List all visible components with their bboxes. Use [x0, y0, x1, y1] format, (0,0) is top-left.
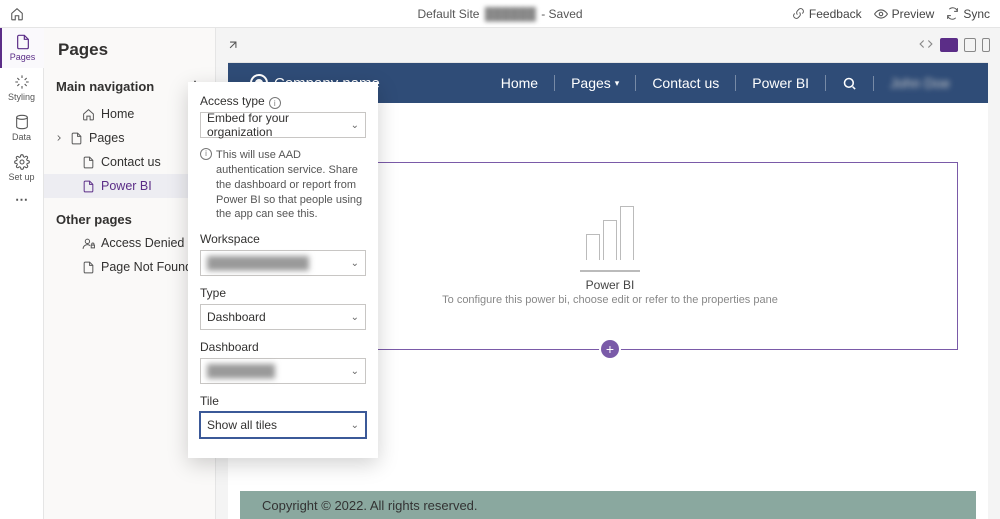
access-type-select[interactable]: Embed for your organization ⌄: [200, 112, 366, 138]
site-footer: Copyright © 2022. All rights reserved.: [240, 491, 976, 519]
type-label: Type: [200, 286, 366, 300]
workspace-select[interactable]: ████████████ ⌄: [200, 250, 366, 276]
info-icon[interactable]: i: [269, 97, 281, 109]
pages-icon: [15, 34, 31, 50]
search-icon: [842, 76, 857, 91]
user-lock-icon: [82, 237, 95, 250]
canvas-toolbar: [216, 28, 1000, 62]
properties-popover: Access type i Embed for your organizatio…: [188, 82, 378, 458]
rail-pages[interactable]: Pages: [0, 28, 44, 68]
home-icon[interactable]: [10, 7, 24, 21]
access-type-label: Access type: [200, 94, 265, 108]
gear-icon: [14, 154, 30, 170]
tile-select[interactable]: Show all tiles ⌄: [200, 412, 366, 438]
file-icon: [82, 156, 95, 169]
mobile-view-icon[interactable]: [982, 38, 990, 52]
rail-more[interactable]: ⋯: [15, 192, 28, 208]
component-subtitle: To configure this power bi, choose edit …: [442, 294, 778, 306]
topbar-actions: Feedback Preview Sync: [792, 7, 990, 21]
tablet-view-icon[interactable]: [964, 38, 976, 52]
sidebar-title: Pages: [44, 40, 215, 70]
chevron-down-icon: ⌄: [351, 120, 359, 131]
desktop-view-icon[interactable]: [940, 38, 958, 52]
dashboard-select[interactable]: ████████ ⌄: [200, 358, 366, 384]
sync-icon: [946, 7, 959, 20]
site-nav-home[interactable]: Home: [485, 75, 555, 91]
site-nav-contact[interactable]: Contact us: [636, 75, 736, 91]
chevron-down-icon: ⌄: [351, 312, 359, 323]
code-view-icon[interactable]: [918, 37, 934, 54]
chevron-down-icon: ⌄: [351, 420, 359, 431]
chevron-right-icon: [54, 133, 64, 143]
tile-label: Tile: [200, 394, 366, 408]
rail-setup[interactable]: Set up: [0, 148, 44, 188]
site-label: Default Site: [417, 7, 479, 21]
preview-button[interactable]: Preview: [874, 7, 935, 21]
left-rail: Pages Styling Data Set up ⋯: [0, 28, 44, 519]
chevron-down-icon: ⌄: [351, 366, 359, 377]
styling-icon: [14, 74, 30, 90]
home-icon: [82, 108, 95, 121]
type-select[interactable]: Dashboard ⌄: [200, 304, 366, 330]
info-icon: i: [200, 148, 212, 160]
chevron-down-icon: ▾: [615, 78, 620, 89]
chevron-down-icon: ⌄: [351, 258, 359, 269]
access-type-help: i This will use AAD authentication servi…: [200, 148, 366, 222]
file-icon: [82, 180, 95, 193]
expand-icon[interactable]: [226, 38, 240, 52]
workspace-label: Workspace: [200, 232, 366, 246]
eye-icon: [874, 7, 888, 21]
link-icon: [792, 7, 805, 20]
file-icon: [82, 261, 95, 274]
document-title: Default Site ██████ - Saved: [417, 7, 582, 21]
topbar-left: [10, 7, 24, 21]
sync-button[interactable]: Sync: [946, 7, 990, 21]
site-nav-pages[interactable]: Pages▾: [555, 75, 636, 91]
data-icon: [14, 114, 30, 130]
site-nav-search[interactable]: [826, 76, 874, 91]
site-nav-user[interactable]: John Doe: [874, 75, 966, 91]
site-nav-powerbi[interactable]: Power BI: [736, 75, 826, 91]
rail-data[interactable]: Data: [0, 108, 44, 148]
add-section-button[interactable]: +: [601, 340, 619, 358]
app-topbar: Default Site ██████ - Saved Feedback Pre…: [0, 0, 1000, 28]
component-title: Power BI: [586, 278, 635, 292]
saved-status: - Saved: [541, 7, 582, 21]
site-nav: Home Pages▾ Contact us Power BI John Doe: [485, 75, 966, 91]
site-name-hidden: ██████: [485, 7, 536, 21]
feedback-button[interactable]: Feedback: [792, 7, 862, 21]
file-icon: [70, 132, 83, 145]
rail-styling[interactable]: Styling: [0, 68, 44, 108]
chart-placeholder-icon: [586, 206, 634, 260]
dashboard-label: Dashboard: [200, 340, 366, 354]
